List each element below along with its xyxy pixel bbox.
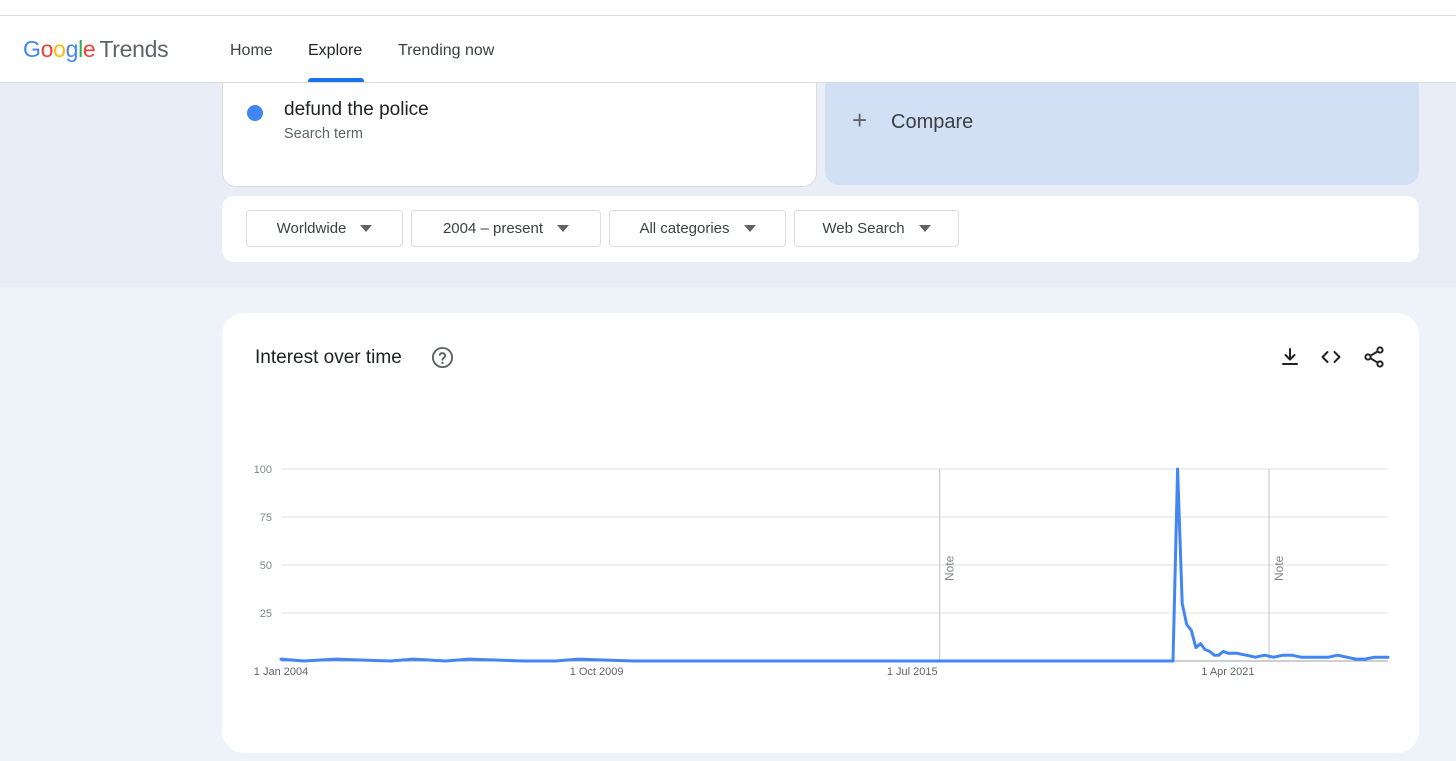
compare-label: Compare (891, 111, 974, 133)
note-marker-label: Note (943, 555, 957, 581)
plus-icon: + (852, 105, 868, 135)
logo-letter: o (53, 36, 66, 62)
search-term-type: Search term (284, 126, 363, 142)
caret-down-icon (360, 225, 373, 232)
caret-down-icon (743, 225, 756, 232)
time-filter-value: 2004 – present (442, 220, 544, 237)
y-tick-label: 75 (260, 512, 272, 524)
browser-top-strip (0, 0, 1456, 16)
app-header: Google Trends Home Explore Trending now (0, 16, 1456, 83)
interest-over-time-card: Interest over time 100 75 50 25 1 Jan 2004 1 … (222, 313, 1419, 753)
y-tick-label: 50 (260, 560, 272, 572)
search-term-card[interactable]: defund the police Search term (222, 83, 817, 187)
logo-letter: G (23, 36, 41, 62)
interest-line-chart[interactable]: 100 75 50 25 1 Jan 2004 1 Oct 2009 1 Jul 2015 1… (222, 313, 1419, 753)
x-tick-label: 1 Jan 2004 (254, 666, 308, 678)
logo-product-name: Trends (99, 36, 169, 62)
y-tick-label: 100 (254, 464, 272, 476)
x-tick-label: 1 Apr 2021 (1201, 666, 1254, 678)
nav-trending-now[interactable]: Trending now (398, 42, 494, 60)
region-filter-dropdown[interactable]: Worldwide (246, 210, 403, 247)
filter-bar: Worldwide 2004 – present All categories … (222, 196, 1419, 262)
caret-down-icon (557, 225, 570, 232)
time-filter-dropdown[interactable]: 2004 – present (411, 210, 601, 247)
note-marker-label: Note (1272, 555, 1286, 581)
nav-home[interactable]: Home (230, 42, 273, 60)
compare-button[interactable]: + Compare (825, 83, 1419, 185)
logo-letter: e (82, 36, 96, 62)
x-tick-label: 1 Jul 2015 (887, 666, 938, 678)
logo-letter: g (65, 36, 79, 62)
active-tab-indicator (308, 78, 364, 82)
logo-letter: o (40, 36, 54, 62)
caret-down-icon (918, 225, 931, 232)
y-tick-label: 25 (260, 608, 272, 620)
property-filter-dropdown[interactable]: Web Search (794, 210, 959, 247)
property-filter-value: Web Search (822, 220, 905, 237)
series-color-dot (247, 105, 263, 121)
google-trends-logo[interactable]: Google Trends (23, 36, 169, 63)
category-filter-value: All categories (639, 220, 730, 237)
x-tick-label: 1 Oct 2009 (570, 666, 624, 678)
nav-explore[interactable]: Explore (308, 42, 362, 60)
region-filter-value: Worldwide (276, 220, 347, 237)
search-term-name[interactable]: defund the police (284, 99, 429, 121)
category-filter-dropdown[interactable]: All categories (609, 210, 786, 247)
